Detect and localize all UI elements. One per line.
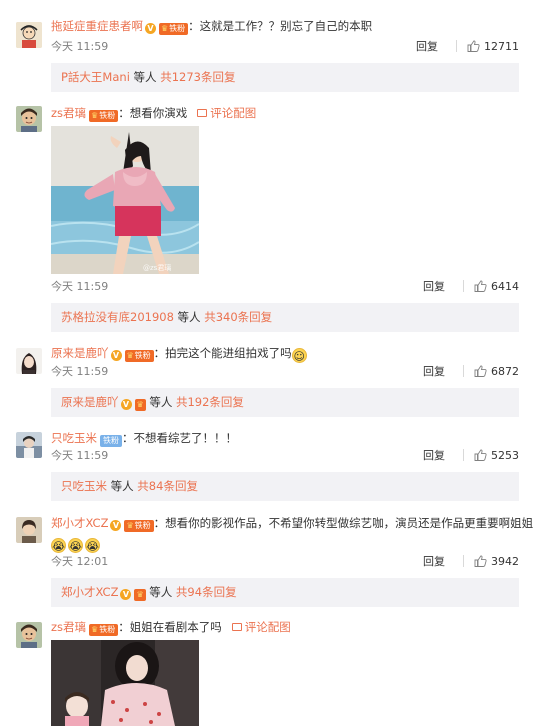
like-thumb-icon[interactable] — [474, 555, 487, 567]
comment-meta: 今天 11:59 回复 12711 — [51, 39, 519, 55]
reply-button[interactable]: 回复 — [423, 365, 445, 378]
comment-meta: 今天 12:01 回复 3942 — [51, 554, 519, 570]
fan-badge-icon[interactable]: ♛铁粉 — [124, 520, 154, 532]
comment-text: ：不想看综艺了！！！ — [122, 431, 237, 445]
reply-count-link[interactable]: 共84条回复 — [134, 479, 198, 493]
comment-meta: 今天 11:59 回复 5253 — [51, 448, 519, 464]
like-thumb-icon[interactable] — [467, 40, 480, 52]
avatar[interactable] — [16, 106, 42, 132]
comment-item: zs君璃 ♛铁粉 ：姐姐在看剧本了吗 评论配图 — [0, 616, 535, 726]
reply-username[interactable]: 只吃玉米 — [61, 479, 107, 493]
photo-watermark: @zs君璃 — [143, 263, 171, 272]
comment-username[interactable]: 郑小才XCZ — [51, 516, 108, 530]
fan-badge-icon: ♛ — [134, 399, 146, 411]
comment-time: 今天 11:59 — [51, 40, 109, 53]
fan-badge-icon[interactable]: 铁粉 — [100, 435, 122, 447]
reply-button[interactable]: 回复 — [423, 449, 445, 462]
comment-text: ：姐姐在看剧本了吗 — [118, 620, 222, 634]
comment-username[interactable]: 只吃玉米 — [51, 431, 97, 445]
reply-count-link[interactable]: 共94条回复 — [172, 585, 237, 599]
comment-username[interactable]: zs君璃 — [51, 106, 86, 120]
cry-emoji-icon: 😭 — [68, 538, 83, 553]
smile-emoji-icon: ☺ — [291, 348, 307, 363]
fan-badge-icon[interactable]: ♛铁粉 — [89, 110, 119, 122]
comment-time: 今天 12:01 — [51, 555, 109, 568]
reply-username[interactable]: 郑小才XCZ — [61, 585, 118, 599]
comment-meta: 今天 11:59 回复 6872 — [51, 364, 519, 380]
like-count: 12711 — [484, 40, 519, 53]
avatar[interactable] — [16, 432, 42, 458]
verified-v-icon: V — [120, 399, 132, 410]
avatar[interactable] — [16, 22, 42, 48]
like-thumb-icon[interactable] — [474, 365, 487, 377]
comment-text: ：拍完这个能进组拍戏了吗 — [153, 346, 292, 360]
comment-item: 郑小才XCZ V ♛铁粉 ：想看你的影视作品，不希望你转型做综艺咖，演员还是作品更重要… — [0, 506, 535, 616]
divider — [463, 280, 464, 292]
divider — [463, 365, 464, 377]
divider — [456, 40, 457, 52]
verified-v-icon: V — [145, 23, 156, 34]
avatar[interactable] — [16, 348, 42, 374]
comment-text: ：这就是工作？？别忘了自己的本职 — [188, 19, 373, 33]
like-count: 3942 — [491, 555, 519, 568]
cry-emoji-icon: 😭 — [51, 538, 66, 553]
fan-badge-icon[interactable]: ♛铁粉 — [159, 23, 189, 35]
reply-button[interactable]: 回复 — [423, 280, 445, 293]
comment-item: 原来是鹿吖 V ♛铁粉 ：拍完这个能进组拍戏了吗 ☺ 今天 11:59 回复 6872 原… — [0, 336, 535, 421]
like-count: 6872 — [491, 365, 519, 378]
reply-count-link[interactable]: 共192条回复 — [172, 395, 244, 409]
cry-emoji-icon: 😭 — [85, 538, 100, 553]
like-count: 5253 — [491, 449, 519, 462]
reply-count-link[interactable]: 共1273条回复 — [157, 70, 235, 84]
picture-icon — [231, 623, 242, 631]
comment-time: 今天 11:59 — [51, 280, 109, 293]
avatar[interactable] — [16, 622, 42, 648]
comment-username[interactable]: zs君璃 — [51, 620, 86, 634]
comment-photo[interactable] — [51, 640, 199, 726]
comment-item: zs君璃 ♛铁粉 ：想看你演戏 评论配图 @zs君璃 今天 11:59 回复 6… — [0, 96, 535, 336]
comment-username[interactable]: 原来是鹿吖 — [51, 346, 109, 360]
fan-badge-icon: ♛ — [134, 589, 146, 601]
divider — [463, 555, 464, 567]
divider — [463, 449, 464, 461]
comment-picture-link[interactable]: 评论配图 — [197, 106, 256, 120]
fan-badge-icon[interactable]: ♛铁粉 — [89, 624, 119, 636]
verified-v-icon: V — [120, 589, 132, 600]
fan-badge-icon[interactable]: ♛铁粉 — [124, 350, 154, 362]
verified-v-icon: V — [110, 520, 122, 531]
avatar[interactable] — [16, 517, 42, 543]
verified-v-icon: V — [110, 350, 122, 361]
comment-item: 拖延症重症患者啊 V ♛铁粉 ：这就是工作？？别忘了自己的本职 今天 11:59 回复… — [0, 0, 535, 96]
comment-item: 只吃玉米 铁粉 ：不想看综艺了！！！ 今天 11:59 回复 5253 只吃玉米 等人… — [0, 421, 535, 506]
comment-picture-link[interactable]: 评论配图 — [231, 620, 291, 634]
replies-summary[interactable]: 只吃玉米 等人 共84条回复 — [51, 472, 519, 501]
comment-text: ：想看你演戏 — [118, 106, 188, 120]
like-thumb-icon[interactable] — [474, 280, 487, 292]
like-count: 6414 — [491, 280, 519, 293]
replies-summary[interactable]: 原来是鹿吖 V ♛ 等人 共192条回复 — [51, 388, 519, 417]
reply-count-link[interactable]: 共340条回复 — [201, 310, 272, 324]
replies-summary[interactable]: 郑小才XCZ V ♛ 等人 共94条回复 — [51, 578, 519, 607]
reply-username[interactable]: 苏格拉没有底201908 — [61, 310, 174, 324]
reply-username[interactable]: P話大王Mani — [61, 70, 130, 84]
comment-text: ：想看你的影视作品，不希望你转型做综艺咖，演员还是作品更重要啊姐姐 — [153, 516, 534, 530]
comment-photo[interactable]: @zs君璃 — [51, 126, 199, 274]
reply-button[interactable]: 回复 — [416, 40, 438, 53]
reply-username[interactable]: 原来是鹿吖 — [61, 395, 119, 409]
like-thumb-icon[interactable] — [474, 449, 487, 461]
replies-summary[interactable]: P話大王Mani 等人 共1273条回复 — [51, 63, 519, 92]
comment-username[interactable]: 拖延症重症患者啊 — [51, 19, 143, 33]
comment-meta: 今天 11:59 回复 6414 — [51, 279, 519, 295]
comment-time: 今天 11:59 — [51, 365, 109, 378]
picture-icon — [197, 109, 208, 117]
replies-summary[interactable]: 苏格拉没有底201908 等人 共340条回复 — [51, 303, 519, 332]
comment-feed: 拖延症重症患者啊 V ♛铁粉 ：这就是工作？？别忘了自己的本职 今天 11:59 回复… — [0, 0, 535, 726]
comment-time: 今天 11:59 — [51, 449, 109, 462]
reply-button[interactable]: 回复 — [423, 555, 445, 568]
